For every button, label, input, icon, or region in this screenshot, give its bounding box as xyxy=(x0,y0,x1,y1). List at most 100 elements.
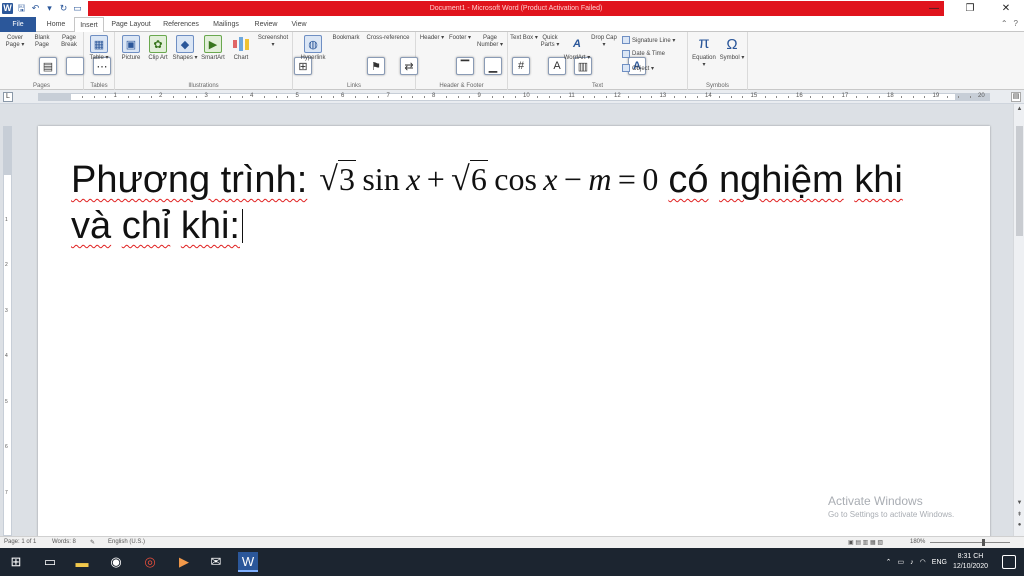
proofing-icon[interactable]: ✎ xyxy=(90,539,95,546)
blank-page-button[interactable]: Blank Page xyxy=(28,35,84,75)
file-explorer-icon[interactable]: ▬ xyxy=(72,552,92,572)
chart-icon xyxy=(232,35,250,53)
close-button[interactable]: ✕ xyxy=(988,0,1024,17)
calendar-icon xyxy=(622,50,630,58)
signature-line-icon xyxy=(622,36,630,44)
ruler-tick xyxy=(457,96,459,98)
object-button[interactable]: Object ▾ xyxy=(622,64,654,72)
scrollbar-thumb[interactable] xyxy=(1016,126,1023,236)
scroll-up-icon[interactable]: ▲ xyxy=(1015,106,1024,112)
media-player-icon[interactable]: ▶ xyxy=(174,552,194,572)
redo-icon[interactable]: ↻ xyxy=(58,3,69,14)
zoom-level[interactable]: 180% xyxy=(910,539,925,545)
help-icon[interactable]: ? xyxy=(1014,19,1018,28)
header-icon: ▔ xyxy=(456,57,474,75)
date-time-button[interactable]: Date & Time xyxy=(622,50,665,58)
windows-start-icon[interactable]: ⊞ xyxy=(6,552,26,572)
table-button[interactable]: ▦ Table ▾ xyxy=(85,35,113,62)
ruler-number: 19 xyxy=(932,93,940,99)
tab-view[interactable]: View xyxy=(286,17,312,32)
text-box-button[interactable]: A Text Box ▾ xyxy=(510,35,566,75)
equation[interactable]: √3 sin x + √6 cos x − m = 0 xyxy=(319,156,658,203)
document-body[interactable]: Phương trình: √3 sin x + √6 cos x − m = 0… xyxy=(71,156,951,249)
picture-button[interactable]: ▣ Picture xyxy=(117,35,145,62)
maximize-button[interactable]: ❐ xyxy=(952,0,988,17)
group-label-links: Links xyxy=(346,83,361,89)
minimize-button[interactable]: — xyxy=(916,0,952,17)
vertical-ruler-number: 1 xyxy=(5,216,8,223)
bookmark-button[interactable]: ⚑ Bookmark xyxy=(329,35,385,75)
cover-page-button[interactable]: ▤ Cover Page ▾ xyxy=(1,35,57,75)
group-label-pages: Pages xyxy=(32,83,50,89)
ruler-tick xyxy=(958,96,960,98)
horizontal-ruler[interactable]: L 1 2 3 4 5 6 7 8 9 10 11 12 13 14 15 16 17 18 19 20 ▤ xyxy=(0,90,1024,104)
dropdown-icon[interactable]: ▾ xyxy=(44,3,55,14)
document-page[interactable]: Phương trình: √3 sin x + √6 cos x − m = 0… xyxy=(38,126,990,556)
drop-cap-button[interactable]: A Drop Cap ▾ xyxy=(590,35,646,75)
print-preview-icon[interactable]: ▭ xyxy=(72,3,83,14)
shapes-icon: ◆ xyxy=(176,35,194,53)
battery-icon[interactable]: ▭ xyxy=(898,558,905,566)
undo-icon[interactable]: ↶ xyxy=(30,3,41,14)
tab-references[interactable]: References xyxy=(158,17,204,32)
view-ruler-icon[interactable]: ▤ xyxy=(1011,92,1021,102)
tab-file[interactable]: File xyxy=(0,17,36,32)
tab-page-layout[interactable]: Page Layout xyxy=(106,17,156,32)
word-count[interactable]: Words: 8 xyxy=(52,539,76,545)
chart-button[interactable]: Chart xyxy=(227,35,255,62)
smartart-button[interactable]: ▶ SmartArt xyxy=(199,35,227,62)
ruler-tick xyxy=(196,96,198,98)
shapes-button[interactable]: ◆ Shapes ▾ xyxy=(171,35,199,62)
ruler-tick xyxy=(685,96,687,98)
view-layout-icons[interactable]: ▣ ▤ ▥ ▦ ▧ xyxy=(848,539,883,546)
ruler-tick xyxy=(423,96,425,98)
select-browse-icon[interactable]: ● xyxy=(1015,522,1024,528)
wordart-button[interactable]: A WordArt ▾ xyxy=(563,35,591,62)
ruler-tick xyxy=(912,96,914,98)
mail-icon[interactable]: ✉ xyxy=(206,552,226,572)
clip-art-button[interactable]: ✿ Clip Art xyxy=(144,35,172,62)
page-count[interactable]: Page: 1 of 1 xyxy=(4,539,36,545)
minimize-ribbon-icon[interactable]: ⌃ xyxy=(1001,19,1008,28)
hyperlink-button[interactable]: ◍ Hyperlink xyxy=(296,35,330,62)
scroll-down-icon[interactable]: ▼ xyxy=(1015,500,1024,506)
quick-parts-button[interactable]: ▥ Quick Parts ▾ xyxy=(536,35,592,75)
camera-icon[interactable]: ◉ xyxy=(106,552,126,572)
clock[interactable]: 8:31 CH 12/10/2020 xyxy=(953,552,988,572)
ruler-number: 13 xyxy=(659,93,667,99)
volume-icon[interactable]: ♪ xyxy=(910,559,914,566)
word-taskbar-icon[interactable]: W xyxy=(238,552,258,572)
save-icon[interactable]: 🖫 xyxy=(16,3,27,14)
tab-home[interactable]: Home xyxy=(40,17,72,32)
footer-button[interactable]: ▁ Footer ▾ xyxy=(446,35,502,75)
ruler-number: 15 xyxy=(750,93,758,99)
page-number-button[interactable]: # Page Number ▾ xyxy=(474,35,530,75)
tray-expand-icon[interactable]: ⌃ xyxy=(886,558,892,566)
language-indicator[interactable]: English (U.S.) xyxy=(108,539,145,545)
input-language[interactable]: ENG xyxy=(932,559,947,566)
tab-mailings[interactable]: Mailings xyxy=(206,17,246,32)
equation-button[interactable]: π Equation ▾ xyxy=(690,35,718,69)
vertical-ruler[interactable]: 1 2 3 4 5 6 7 xyxy=(3,126,12,536)
task-view-icon[interactable]: ▭ xyxy=(40,552,60,572)
tab-insert[interactable]: Insert xyxy=(74,17,104,33)
ruler-tick xyxy=(82,96,84,98)
cross-reference-button[interactable]: ⇄ Cross-reference xyxy=(362,35,418,75)
zoom-slider[interactable] xyxy=(930,539,1010,546)
screenshot-button[interactable]: ⊞ Screenshot ▾ xyxy=(256,35,312,75)
network-icon[interactable]: ◠ xyxy=(920,558,926,566)
page-break-button[interactable]: ⋯ Page Break xyxy=(55,35,111,75)
symbol-button[interactable]: Ω Symbol ▾ xyxy=(718,35,746,62)
chrome-icon[interactable]: ◎ xyxy=(140,552,160,572)
tab-review[interactable]: Review xyxy=(248,17,284,32)
ruler-number: 17 xyxy=(841,93,849,99)
blank-page-icon xyxy=(66,57,84,75)
notification-icon[interactable] xyxy=(1002,555,1016,569)
prev-page-icon[interactable]: ⇞ xyxy=(1015,511,1024,518)
word-logo-icon[interactable]: W xyxy=(2,2,13,14)
header-button[interactable]: ▔ Header ▾ xyxy=(418,35,474,75)
ruler-tick xyxy=(355,96,357,98)
vertical-scrollbar[interactable]: ▲ ▼ ⇞ ● xyxy=(1013,104,1024,536)
tab-selector-icon[interactable]: L xyxy=(3,92,13,102)
signature-line-button[interactable]: Signature Line ▾ xyxy=(622,36,675,44)
